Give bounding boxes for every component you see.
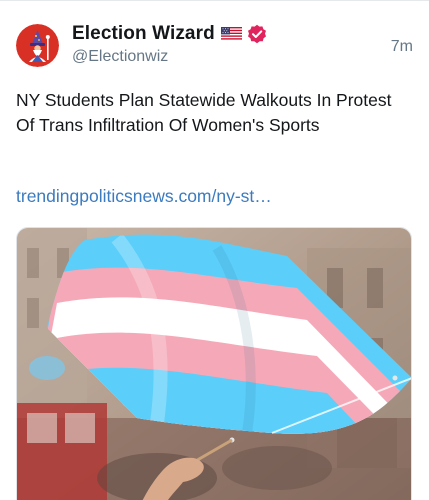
trans-flag-photo <box>17 228 411 500</box>
us-flag-icon <box>220 27 242 41</box>
link-preview-card[interactable] <box>16 227 412 500</box>
verified-badge-icon <box>247 24 267 44</box>
avatar[interactable] <box>16 24 59 67</box>
post-text: NY Students Plan Statewide Walkouts In P… <box>16 90 392 135</box>
handle[interactable]: @Electionwiz <box>72 48 168 66</box>
article-link[interactable]: trendingpoliticsnews.com/ny-st… <box>16 186 272 207</box>
post[interactable]: Election Wizard @Electionwiz 7m NY Stude… <box>0 0 429 500</box>
display-name[interactable]: Election Wizard <box>72 23 215 45</box>
name-row: Election Wizard <box>72 22 267 46</box>
timestamp: 7m <box>390 38 413 55</box>
wizard-avatar-icon <box>16 24 59 67</box>
post-header: Election Wizard @Electionwiz 7m <box>72 22 413 70</box>
